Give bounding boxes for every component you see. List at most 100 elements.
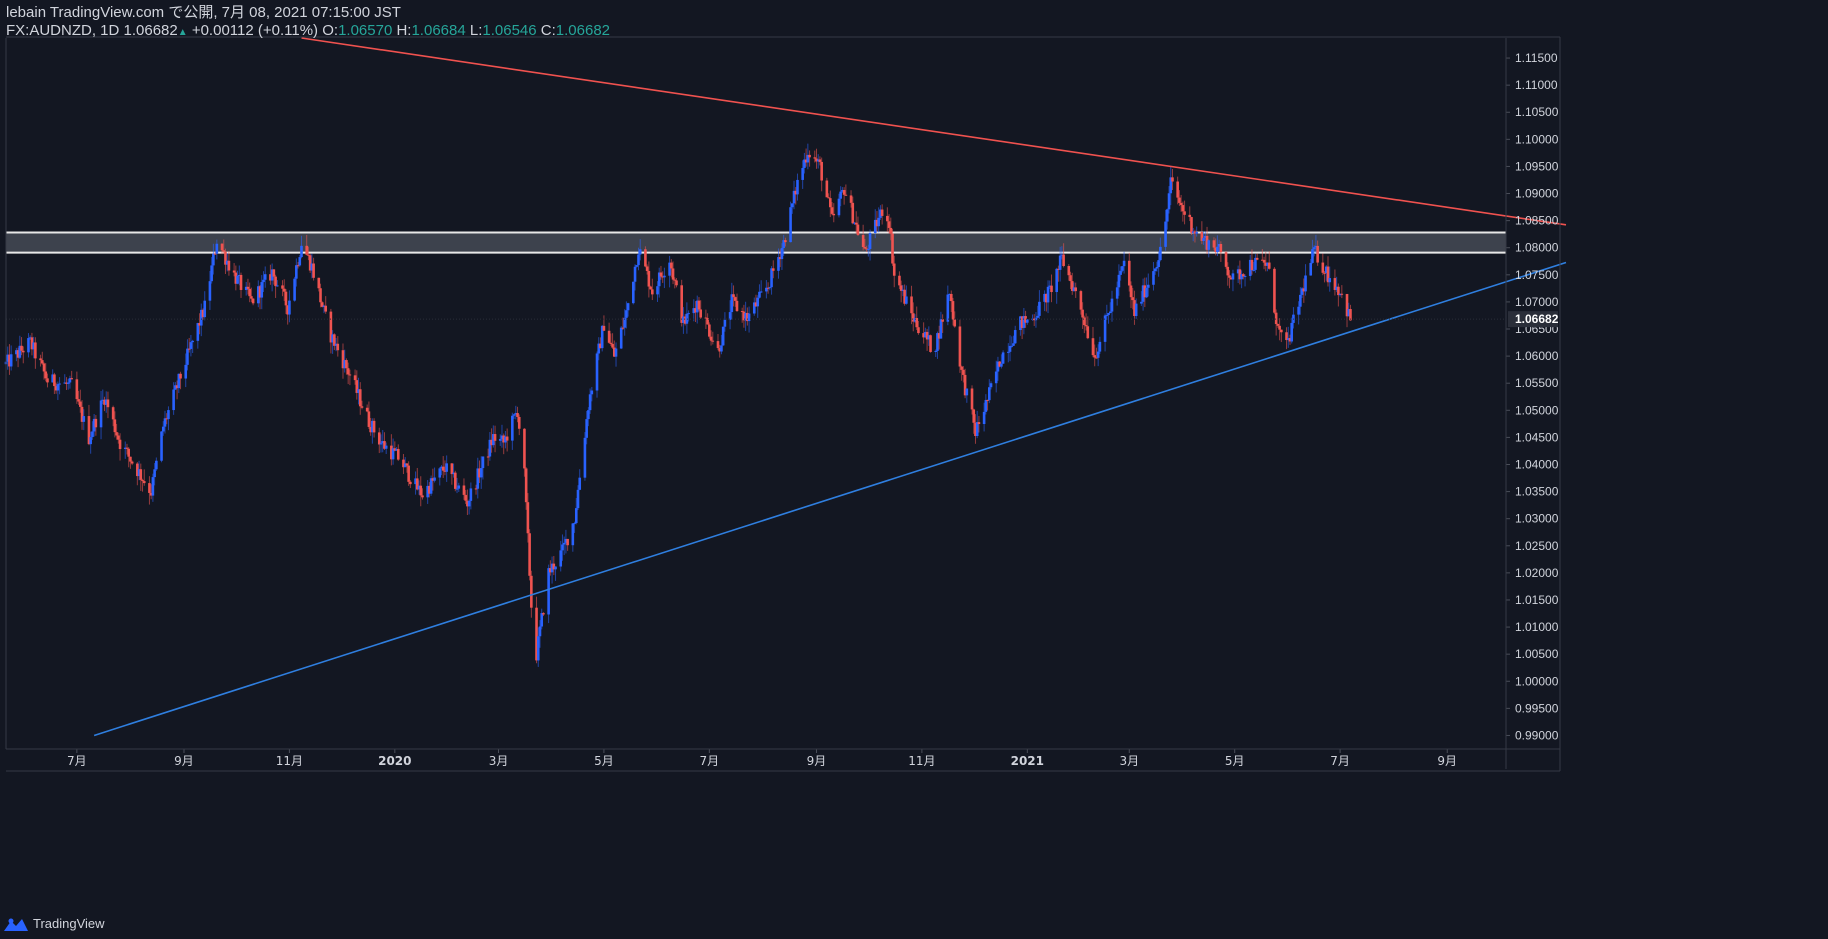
candle-body (511, 415, 514, 441)
candle-body (1216, 246, 1219, 253)
candle-body (1164, 221, 1167, 247)
candle (716, 334, 720, 351)
time-tick-label: 11月 (276, 754, 303, 768)
last-price-badge-label: 1.06682 (1515, 312, 1559, 326)
candle-body (220, 243, 224, 251)
candle-body (887, 221, 891, 228)
candle-body (324, 305, 328, 312)
candle (602, 315, 606, 331)
time-tick-label: 7月 (67, 754, 87, 768)
candle (1349, 304, 1352, 321)
candle-body (454, 472, 457, 489)
time-tick-label: 5月 (1225, 754, 1245, 768)
candle-body (1046, 286, 1050, 303)
price-axis[interactable]: 0.99000 0.99500 1.00000 1.00500 1.01000 1.015… (1506, 51, 1559, 742)
candle-body (1159, 246, 1162, 261)
candle-body (1243, 276, 1247, 278)
candle-body (276, 285, 279, 287)
candle-body (186, 348, 189, 365)
candle (1321, 253, 1325, 276)
candle-body (450, 463, 454, 475)
candle (735, 293, 739, 313)
candle-body (40, 360, 44, 364)
candle (227, 251, 231, 276)
candle-body (1069, 275, 1072, 282)
price-tick-label: 1.01000 (1515, 620, 1559, 634)
candle-body (863, 247, 867, 249)
candle (248, 282, 251, 303)
candle-body (1267, 262, 1271, 269)
footer-brand[interactable]: TradingView (4, 916, 105, 931)
candle-body (396, 448, 400, 460)
price-tick-label: 1.08500 (1515, 214, 1559, 228)
candle (758, 284, 761, 299)
candle-body (1202, 237, 1205, 241)
candle-body (94, 418, 98, 428)
candlesticks (4, 143, 1352, 667)
candle-body (813, 157, 817, 159)
candle-body (647, 270, 651, 287)
candle-body (445, 463, 448, 472)
candle-body (227, 260, 231, 271)
candle (281, 280, 284, 297)
candle-body (293, 278, 296, 301)
candle-body (1074, 287, 1078, 292)
candle-body (867, 248, 870, 250)
candle-body (538, 626, 542, 637)
candle-body (827, 197, 830, 199)
candle (880, 204, 884, 225)
candle-body (1062, 254, 1065, 267)
candle (1086, 316, 1090, 340)
trendlines[interactable] (6, 37, 1567, 737)
candle (40, 351, 44, 365)
candle-body (1274, 312, 1278, 325)
candle-body (851, 202, 855, 224)
candle-body (1140, 301, 1143, 304)
candle-body (1001, 352, 1005, 364)
candle-body (1055, 268, 1058, 293)
candle-body (1107, 312, 1110, 316)
candle (861, 224, 865, 251)
candle-body (9, 354, 13, 367)
candle (1207, 239, 1211, 258)
candle (396, 444, 400, 461)
candle-body (585, 419, 588, 438)
candle-body (1231, 273, 1235, 280)
up-arrow-icon: ▲ (177, 27, 188, 38)
candle (1152, 262, 1155, 291)
candle-body (891, 233, 894, 264)
candle-body (1012, 343, 1015, 346)
candle (377, 427, 381, 454)
candle-body (699, 309, 703, 318)
time-axis[interactable]: 7月 9月 11月 2020 3月 5月 7月 9月 11月 2021 3月 5月 7月 9月 (67, 749, 1457, 768)
candle (9, 345, 13, 371)
candle-body (1181, 205, 1185, 212)
candle-body (377, 432, 381, 445)
candle (675, 278, 678, 288)
candle-body (697, 300, 701, 310)
candle-body (735, 300, 739, 312)
candle-body (1280, 329, 1283, 333)
candle-body (1299, 294, 1302, 307)
candle (1055, 267, 1058, 304)
candle (550, 556, 554, 584)
candle (75, 371, 79, 404)
candle-body (1190, 217, 1193, 233)
candle-body (825, 180, 829, 198)
candle-body (1188, 214, 1192, 218)
support-trendline[interactable] (93, 261, 1567, 737)
candle-body (441, 466, 445, 471)
resistance-trendline[interactable] (301, 37, 1567, 226)
candle-body (407, 465, 410, 482)
candle-body (481, 456, 485, 469)
candle-body (892, 263, 896, 276)
open-value: 1.06570 (338, 22, 393, 39)
candle (293, 276, 296, 302)
symbol-name[interactable]: FX:AUDNZD, 1D (6, 22, 119, 39)
candle (493, 425, 497, 453)
high-value: 1.06684 (411, 22, 466, 39)
candle (1273, 267, 1276, 315)
candle (324, 296, 328, 314)
time-tick-label: 7月 (700, 754, 720, 768)
price-chart[interactable]: 0.99000 0.99500 1.00000 1.00500 1.01000 1.015… (0, 0, 1828, 939)
